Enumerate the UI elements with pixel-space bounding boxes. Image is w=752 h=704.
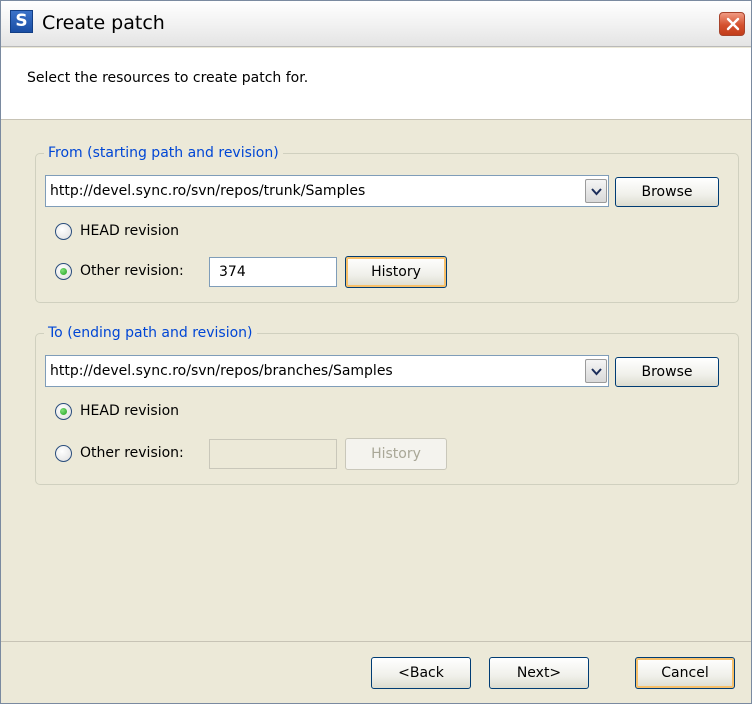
from-head-revision-option[interactable]: HEAD revision — [55, 223, 255, 243]
to-url-value: http://devel.sync.ro/svn/repos/branches/… — [50, 363, 393, 379]
from-head-revision-radio[interactable] — [55, 223, 72, 240]
footer-divider — [1, 641, 751, 642]
next-button[interactable]: Next> — [489, 657, 589, 689]
from-group-legend: From (starting path and revision) — [48, 145, 279, 161]
from-url-value: http://devel.sync.ro/svn/repos/trunk/Sam… — [50, 183, 366, 199]
close-icon — [726, 17, 740, 31]
from-other-revision-radio[interactable] — [55, 263, 72, 280]
from-other-revision-option[interactable]: Other revision: — [55, 263, 205, 283]
to-url-dropdown-button[interactable] — [585, 359, 607, 383]
to-revision-input[interactable] — [209, 439, 337, 469]
from-url-combo[interactable]: http://devel.sync.ro/svn/repos/trunk/Sam… — [45, 175, 609, 207]
description-text: Select the resources to create patch for… — [27, 70, 309, 86]
from-head-revision-label: HEAD revision — [80, 223, 180, 239]
to-other-revision-option[interactable]: Other revision: — [55, 445, 205, 465]
to-head-revision-radio[interactable] — [55, 403, 72, 420]
to-other-revision-label: Other revision: — [80, 445, 184, 461]
from-browse-button[interactable]: Browse — [615, 177, 719, 207]
chevron-down-icon — [591, 368, 602, 376]
from-revision-input[interactable]: 374 — [209, 257, 337, 287]
create-patch-dialog: S Create patch Select the resources to c… — [0, 0, 752, 704]
to-head-revision-option[interactable]: HEAD revision — [55, 403, 255, 423]
title-bar[interactable]: S Create patch — [1, 1, 751, 47]
to-other-revision-radio[interactable] — [55, 445, 72, 462]
to-group-legend: To (ending path and revision) — [48, 325, 253, 341]
to-browse-button[interactable]: Browse — [615, 357, 719, 387]
window-title: Create patch — [42, 12, 165, 34]
from-history-button[interactable]: History — [345, 256, 447, 288]
close-button[interactable] — [719, 12, 745, 36]
description-banner: Select the resources to create patch for… — [1, 48, 751, 120]
radio-selected-dot — [60, 408, 67, 415]
cancel-button[interactable]: Cancel — [635, 657, 735, 689]
to-head-revision-label: HEAD revision — [80, 403, 180, 419]
radio-selected-dot — [60, 268, 67, 275]
to-url-combo[interactable]: http://devel.sync.ro/svn/repos/branches/… — [45, 355, 609, 387]
chevron-down-icon — [591, 188, 602, 196]
from-url-dropdown-button[interactable] — [585, 179, 607, 203]
back-button[interactable]: <Back — [371, 657, 471, 689]
to-history-button[interactable]: History — [345, 438, 447, 470]
svn-s-icon: S — [10, 10, 33, 33]
from-other-revision-label: Other revision: — [80, 263, 184, 279]
